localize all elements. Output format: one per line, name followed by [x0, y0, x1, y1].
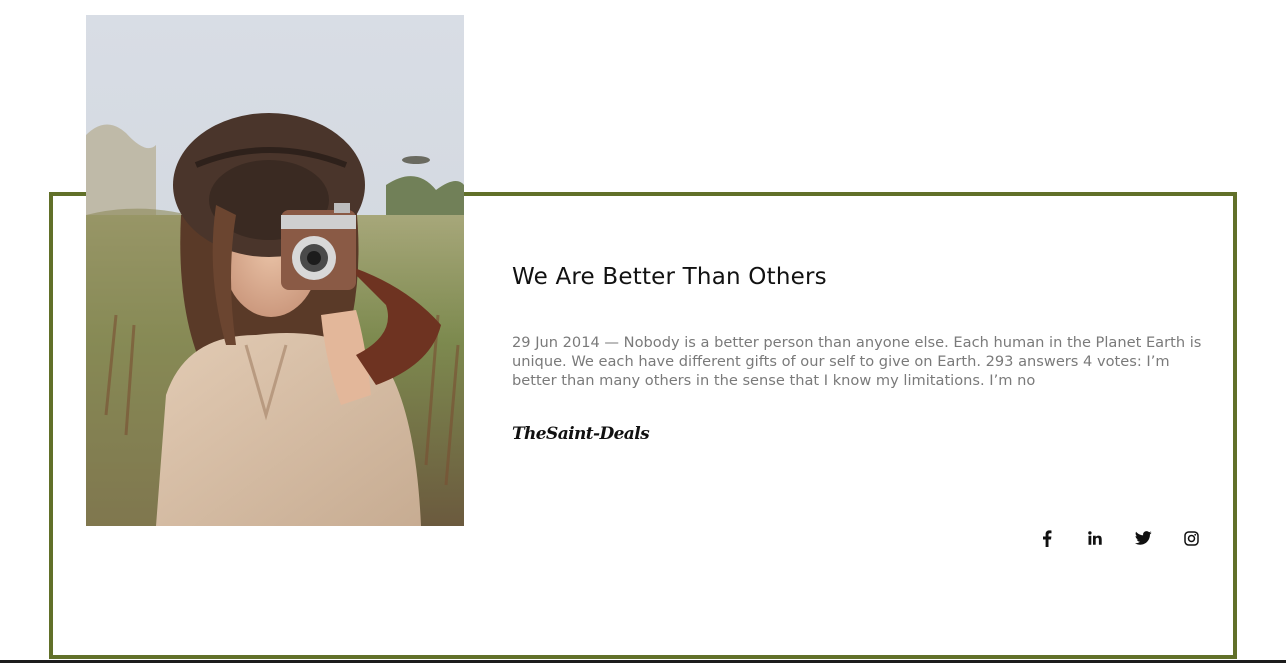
- linkedin-icon: [1088, 531, 1102, 545]
- twitter-link[interactable]: [1131, 526, 1155, 550]
- social-links: [1030, 526, 1206, 550]
- twitter-icon: [1134, 531, 1152, 545]
- facebook-icon: [1042, 529, 1052, 547]
- signature: TheSaint-Deals: [512, 424, 650, 444]
- facebook-link[interactable]: [1035, 526, 1059, 550]
- section-title: We Are Better Than Others: [512, 264, 827, 290]
- bottom-divider: [0, 660, 1286, 663]
- feature-photo: [86, 15, 464, 526]
- section-body-text: 29 Jun 2014 — Nobody is a better person …: [512, 334, 1202, 389]
- linkedin-link[interactable]: [1083, 526, 1107, 550]
- instagram-icon: [1183, 530, 1199, 546]
- instagram-link[interactable]: [1179, 526, 1203, 550]
